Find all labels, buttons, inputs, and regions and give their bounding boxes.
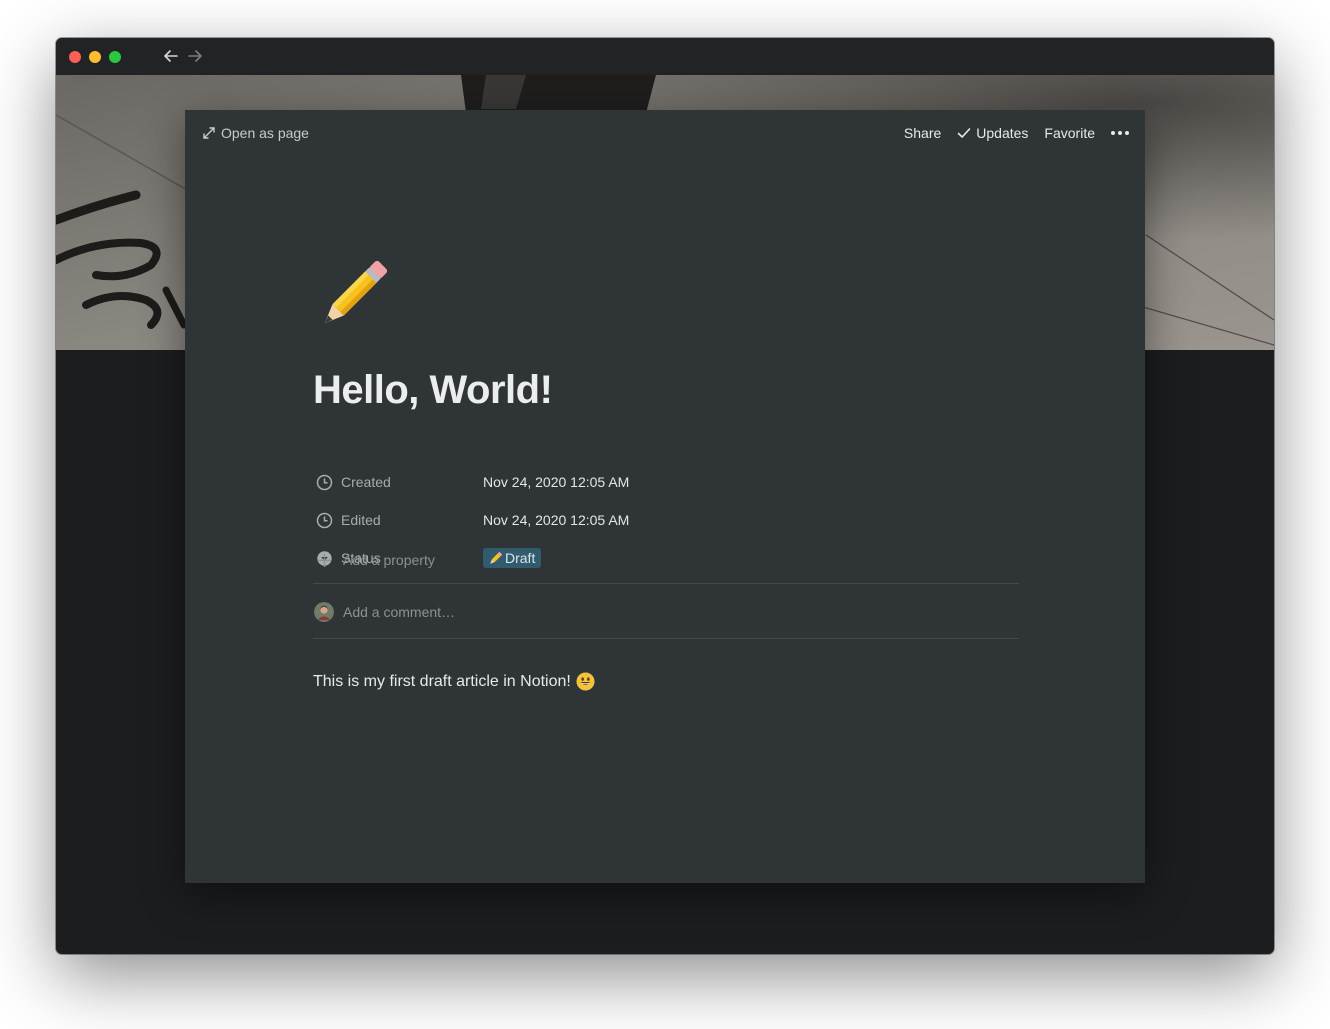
favorite-button[interactable]: Favorite [1044,125,1095,141]
minimize-window-button[interactable] [89,51,101,63]
property-value: Nov 24, 2020 12:05 AM [483,512,630,528]
zoom-window-button[interactable] [109,51,121,63]
title-bar [56,38,1274,75]
more-dots-icon[interactable] [1111,131,1129,135]
pencil-emoji-icon [490,551,503,564]
comment-input[interactable]: Add a comment… [314,601,455,623]
clock-icon [316,474,333,490]
arrow-left-icon[interactable] [162,47,180,65]
favorite-label: Favorite [1044,125,1095,141]
status-tag-label: Draft [505,550,536,566]
body-text: This is my first draft article in Notion… [313,672,571,690]
arrow-right-icon[interactable] [186,47,204,65]
text-block[interactable]: This is my first draft article in Notion… [313,672,595,691]
updates-label: Updates [976,125,1029,141]
divider [313,638,1019,639]
property-label: Created [341,474,391,490]
pencil-emoji-page-icon[interactable] [313,255,393,335]
updates-button[interactable]: Updates [957,125,1028,141]
avatar [314,602,334,622]
property-value: Nov 24, 2020 12:05 AM [483,474,630,490]
divider [313,583,1019,584]
property-created[interactable]: Created Nov 24, 2020 12:05 AM [316,471,629,493]
add-property-label: Add a property [343,552,435,568]
expand-icon [203,127,215,139]
close-window-button[interactable] [69,51,81,63]
clock-icon [316,512,333,528]
grinning-face-emoji [576,672,595,691]
comment-placeholder: Add a comment… [343,604,456,620]
plus-icon [318,553,331,567]
page-topbar-actions: Share Updates Favorite [888,123,1129,143]
open-as-page-label: Open as page [221,125,309,141]
app-window: Open as page Share Updates Favorite Hell… [56,38,1274,954]
property-edited[interactable]: Edited Nov 24, 2020 12:05 AM [316,509,629,531]
page-title[interactable]: Hello, World! [313,368,553,413]
add-property-button[interactable]: Add a property [316,549,435,571]
checkmark-icon [957,128,971,138]
page-peek-modal: Open as page Share Updates Favorite Hell… [185,110,1145,883]
share-label: Share [903,125,942,141]
property-label: Edited [341,512,381,528]
status-tag[interactable]: Draft [483,548,542,568]
open-as-page-button[interactable]: Open as page [203,123,309,143]
share-button[interactable]: Share [904,125,941,141]
